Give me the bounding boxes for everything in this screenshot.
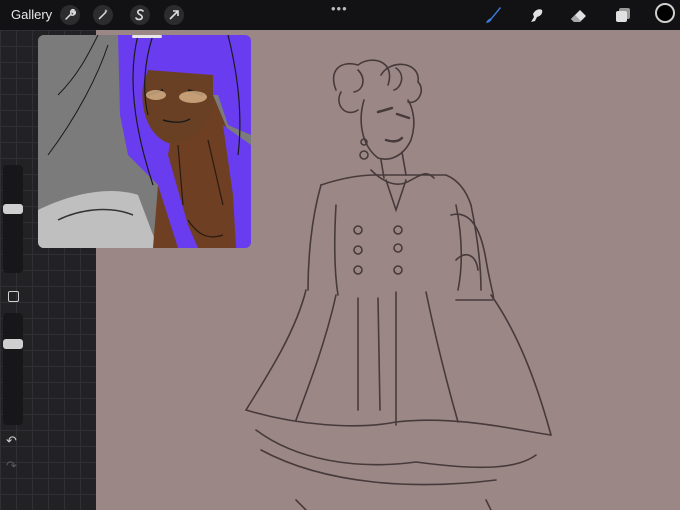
reference-drag-handle[interactable] — [132, 35, 162, 38]
brush-size-thumb[interactable] — [3, 204, 23, 215]
opacity-thumb[interactable] — [3, 338, 23, 349]
wrench-icon[interactable] — [60, 5, 80, 25]
opacity-slider[interactable] — [3, 313, 23, 425]
layers-icon[interactable] — [612, 4, 634, 26]
eraser-icon[interactable] — [568, 4, 590, 26]
smudge-icon[interactable] — [525, 4, 547, 26]
brush-size-slider[interactable] — [3, 165, 23, 273]
color-picker-swatch[interactable] — [655, 3, 675, 23]
more-options-icon[interactable]: ••• — [331, 1, 348, 16]
selection-s-icon[interactable] — [130, 5, 150, 25]
left-sidebar: ↶ ↷ — [0, 165, 28, 485]
reference-image-window[interactable] — [38, 35, 251, 248]
top-toolbar: Gallery ••• — [0, 0, 680, 30]
magic-wand-icon[interactable] — [93, 5, 113, 25]
redo-icon[interactable]: ↷ — [6, 458, 17, 474]
undo-icon[interactable]: ↶ — [6, 433, 17, 449]
transform-arrow-icon[interactable] — [164, 5, 184, 25]
brush-icon[interactable] — [482, 4, 504, 26]
gallery-button[interactable]: Gallery — [11, 7, 52, 22]
modify-button[interactable] — [8, 291, 19, 302]
reference-image — [38, 35, 251, 248]
